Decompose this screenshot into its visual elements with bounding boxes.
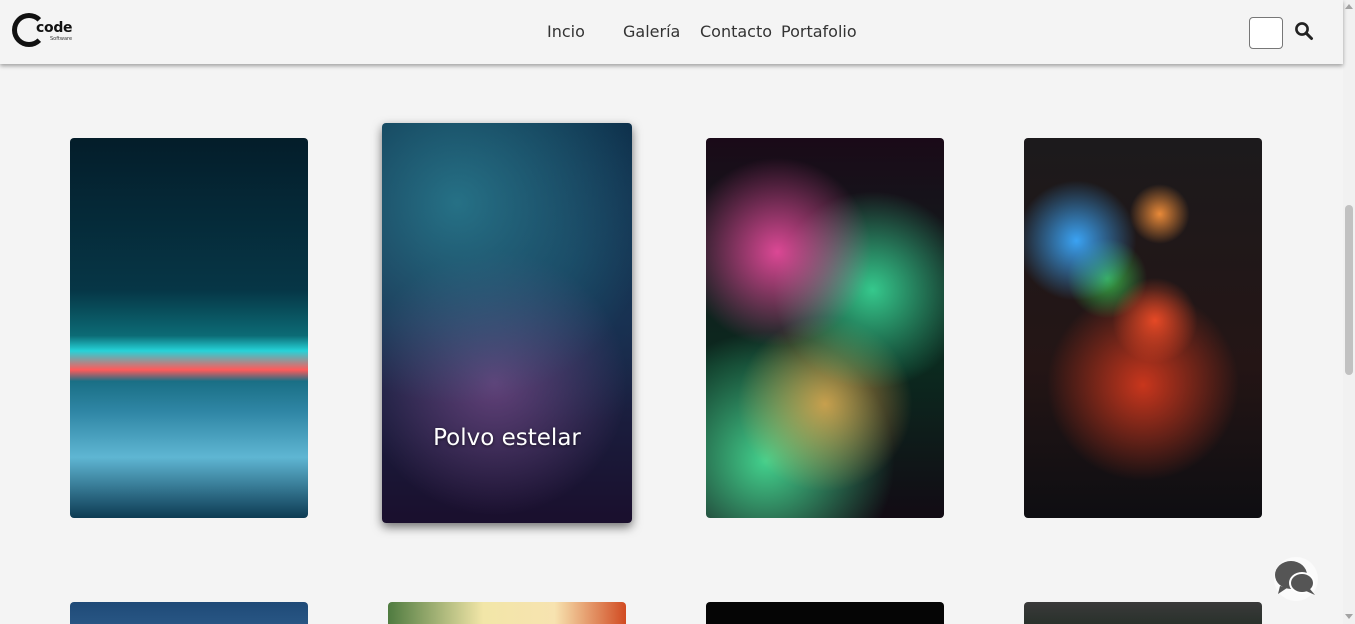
search-icon[interactable] <box>1294 21 1314 41</box>
gallery-card-row2-1[interactable] <box>70 602 308 624</box>
scroll-thumb[interactable] <box>1345 205 1353 375</box>
gallery-card-mountain-sunset[interactable] <box>70 138 308 518</box>
scroll-down-arrow-icon[interactable] <box>1345 614 1353 619</box>
card-caption: Polvo estelar <box>433 425 581 451</box>
gallery-card-stardust[interactable]: Polvo estelar <box>382 123 632 523</box>
logo-wordmark: code <box>36 20 73 36</box>
nav-link-portafolio[interactable]: Portafolio <box>781 22 857 41</box>
logo-subtitle: Software <box>50 36 73 42</box>
top-navbar: code Software Incio Galería Contacto Por… <box>0 0 1343 64</box>
gallery-card-row2-3[interactable] <box>706 602 944 624</box>
chat-bubbles-icon[interactable] <box>1272 556 1320 602</box>
nav-link-incio[interactable]: Incio <box>547 22 585 41</box>
gallery-card-neon-tiger[interactable] <box>706 138 944 518</box>
search-input[interactable] <box>1249 17 1283 49</box>
gallery-card-row2-4[interactable] <box>1024 602 1262 624</box>
scroll-up-arrow-icon[interactable] <box>1345 4 1353 9</box>
brand-logo[interactable]: code Software <box>12 12 74 50</box>
nav-link-contacto[interactable]: Contacto <box>700 22 772 41</box>
gallery-card-row2-2[interactable] <box>388 602 626 624</box>
gallery-card-rain-bokeh[interactable] <box>1024 138 1262 518</box>
page-scrollbar[interactable] <box>1343 0 1355 624</box>
nav-link-galeria[interactable]: Galería <box>623 22 680 41</box>
